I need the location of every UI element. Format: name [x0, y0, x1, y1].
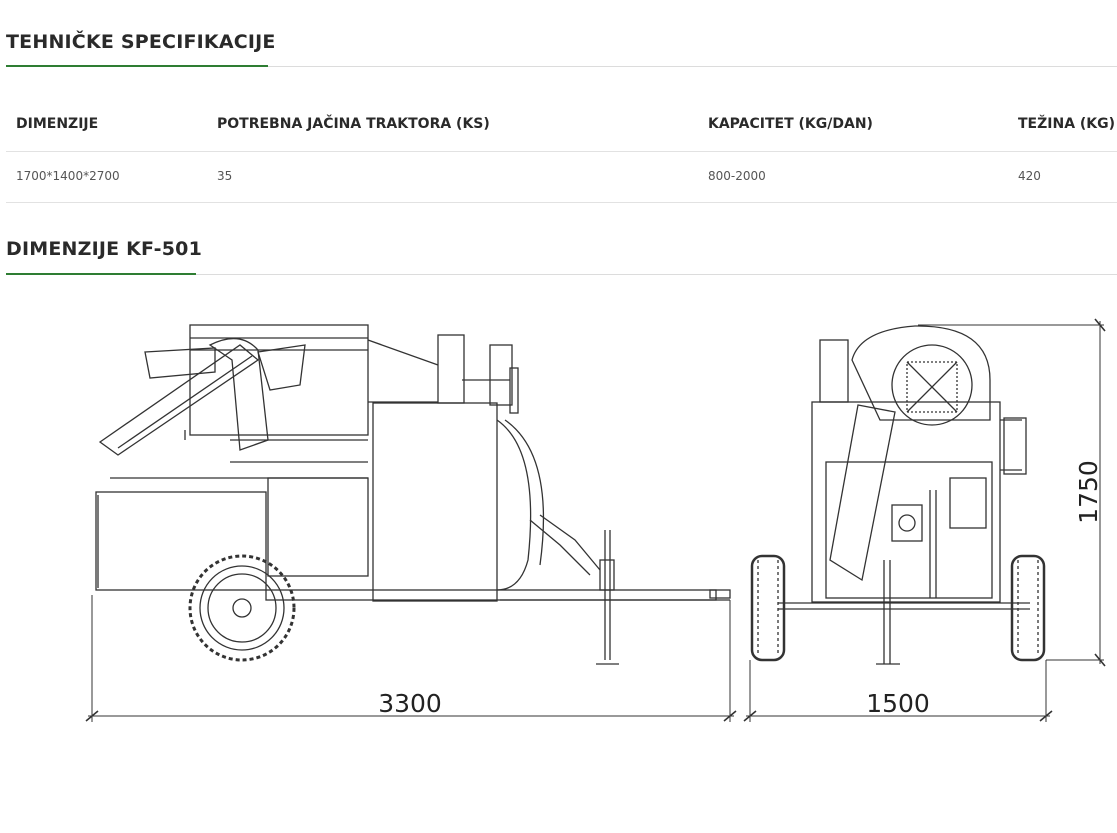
column-header-tractor-power: POTREBNA JAČINA TRAKTORA (KS) — [217, 116, 490, 132]
cell-tractor-power: 35 — [217, 169, 233, 183]
column-header-weight: TEŽINA (KG) — [1018, 116, 1116, 132]
cell-capacity: 800-2000 — [708, 169, 766, 183]
specs-table: DIMENZIJE POTREBNA JAČINA TRAKTORA (KS) … — [6, 96, 1117, 203]
front-view-drawing — [750, 325, 1046, 665]
specs-table-header-row: DIMENZIJE POTREBNA JAČINA TRAKTORA (KS) … — [6, 96, 1117, 152]
specs-heading-accent-bar — [6, 65, 268, 67]
specs-heading-title: TEHNIČKE SPECIFIKACIJE — [6, 31, 276, 53]
dimensions-heading-title: DIMENZIJE KF-501 — [6, 238, 203, 260]
height-dimension-label: 1750 — [1074, 460, 1103, 524]
dimensions-heading-accent-bar — [6, 273, 196, 275]
column-header-capacity: KAPACITET (KG/DAN) — [708, 116, 873, 132]
side-view-drawing — [95, 324, 731, 665]
width-dimension-label: 1500 — [866, 689, 930, 718]
machine-dimension-drawing: 3300 1500 1750 — [85, 318, 1106, 722]
cell-weight: 420 — [1018, 169, 1041, 183]
specs-section-heading: TEHNIČKE SPECIFIKACIJE — [0, 31, 1117, 71]
length-dimension-label: 3300 — [378, 689, 442, 718]
dimensions-section-heading: DIMENZIJE KF-501 — [0, 238, 1117, 278]
column-header-dimensions: DIMENZIJE — [16, 116, 99, 132]
table-row: 1700*1400*2700 35 800-2000 420 — [6, 152, 1117, 203]
cell-dimensions: 1700*1400*2700 — [16, 169, 120, 183]
